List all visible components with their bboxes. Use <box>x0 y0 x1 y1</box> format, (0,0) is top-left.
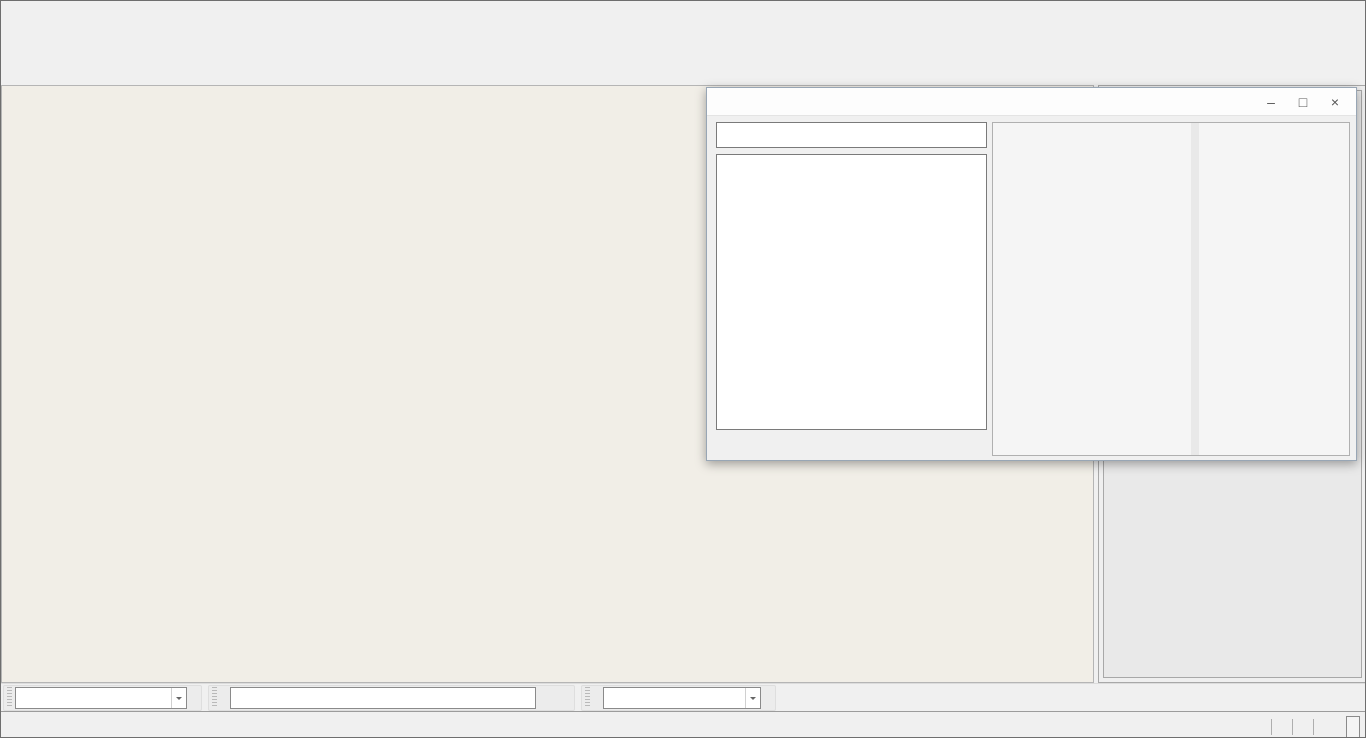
chevron-down-icon[interactable] <box>171 688 186 708</box>
map-search-input[interactable] <box>230 687 536 709</box>
toolbar-overflow-icon[interactable] <box>561 687 572 709</box>
toolbar-grip[interactable] <box>585 687 590 708</box>
app-window: – □ × <box>0 0 1366 738</box>
toolbar-overflow-icon[interactable] <box>188 687 199 709</box>
status-bar <box>1 711 1365 738</box>
attribute-divider <box>1191 123 1199 456</box>
maximize-icon[interactable]: □ <box>1290 94 1316 110</box>
dialog-title-bar[interactable]: – □ × <box>707 88 1356 116</box>
object-search-box <box>716 122 987 148</box>
toolbar-grip[interactable] <box>212 687 217 708</box>
projection-selector[interactable] <box>1346 716 1360 738</box>
toolbar-overflow-icon[interactable] <box>762 687 773 709</box>
minimize-icon[interactable]: – <box>1258 94 1284 110</box>
object-search-input[interactable] <box>717 124 986 146</box>
menu-bar <box>1 1 1365 23</box>
toolbar-row-2 <box>1 54 1365 85</box>
workset-group <box>3 685 202 711</box>
bottom-toolbar <box>1 683 1365 711</box>
close-icon[interactable]: × <box>1322 94 1348 110</box>
object-tree <box>716 154 987 430</box>
edit-layer-group <box>581 685 776 711</box>
object-info-dialog: – □ × <box>706 87 1357 461</box>
main-area: – □ × <box>1 85 1366 683</box>
attribute-pane <box>992 122 1350 456</box>
edit-layer-combobox[interactable] <box>603 687 761 709</box>
chevron-down-icon[interactable] <box>745 688 760 708</box>
binoculars-icon[interactable] <box>536 686 560 710</box>
toolbar-grip[interactable] <box>7 687 12 708</box>
toolbar-row-1 <box>1 23 1365 54</box>
search-group <box>208 685 575 711</box>
workset-combobox[interactable] <box>15 687 187 709</box>
